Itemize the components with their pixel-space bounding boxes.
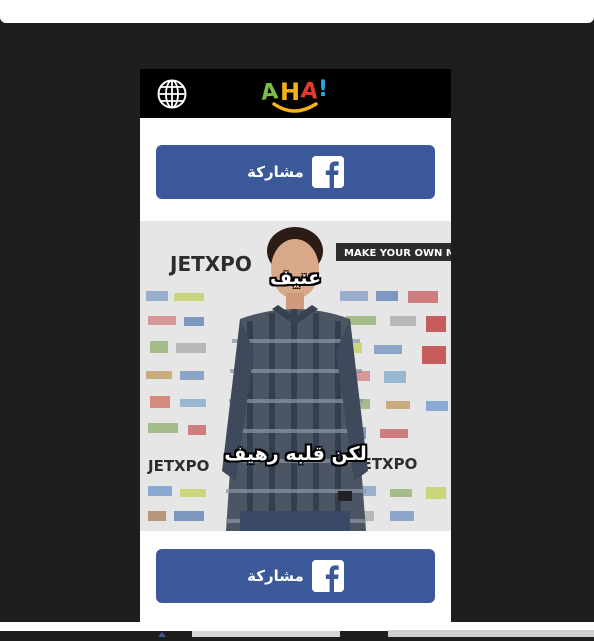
backdrop-slogan: MAKE YOUR OWN MOVE bbox=[344, 248, 451, 259]
share-label: مشاركة bbox=[247, 567, 304, 585]
meme-card: A H A ! مشاركة MAKE YOUR OWN M JETXPO JE… bbox=[140, 69, 451, 622]
grid-icon[interactable] bbox=[524, 0, 546, 6]
facebook-share-button-bottom[interactable]: مشاركة bbox=[156, 549, 435, 603]
card-header: A H A ! bbox=[140, 69, 451, 118]
meme-photo[interactable]: MAKE YOUR OWN MOVE JETXPO JETXPO JETXPO bbox=[140, 221, 451, 531]
top-toolbar bbox=[0, 0, 594, 23]
caption-bottom: لكن قلبه رهيف bbox=[224, 443, 367, 465]
next-content-preview bbox=[158, 630, 594, 637]
svg-text:H: H bbox=[280, 78, 300, 106]
next-content-strip bbox=[0, 622, 594, 637]
caption-top: عنيف bbox=[269, 267, 322, 289]
svg-text:!: ! bbox=[318, 77, 328, 102]
facebook-icon bbox=[311, 156, 344, 188]
aha-logo[interactable]: A H A ! bbox=[258, 72, 334, 116]
home-icon[interactable] bbox=[285, 0, 307, 6]
share-label: مشاركة bbox=[247, 163, 304, 181]
svg-text:A: A bbox=[260, 79, 280, 106]
chat-icon[interactable] bbox=[404, 0, 426, 6]
facebook-icon bbox=[311, 560, 344, 592]
facebook-share-button-top[interactable]: مشاركة bbox=[156, 145, 435, 199]
globe-icon[interactable] bbox=[156, 78, 188, 110]
svg-text:A: A bbox=[300, 78, 320, 105]
